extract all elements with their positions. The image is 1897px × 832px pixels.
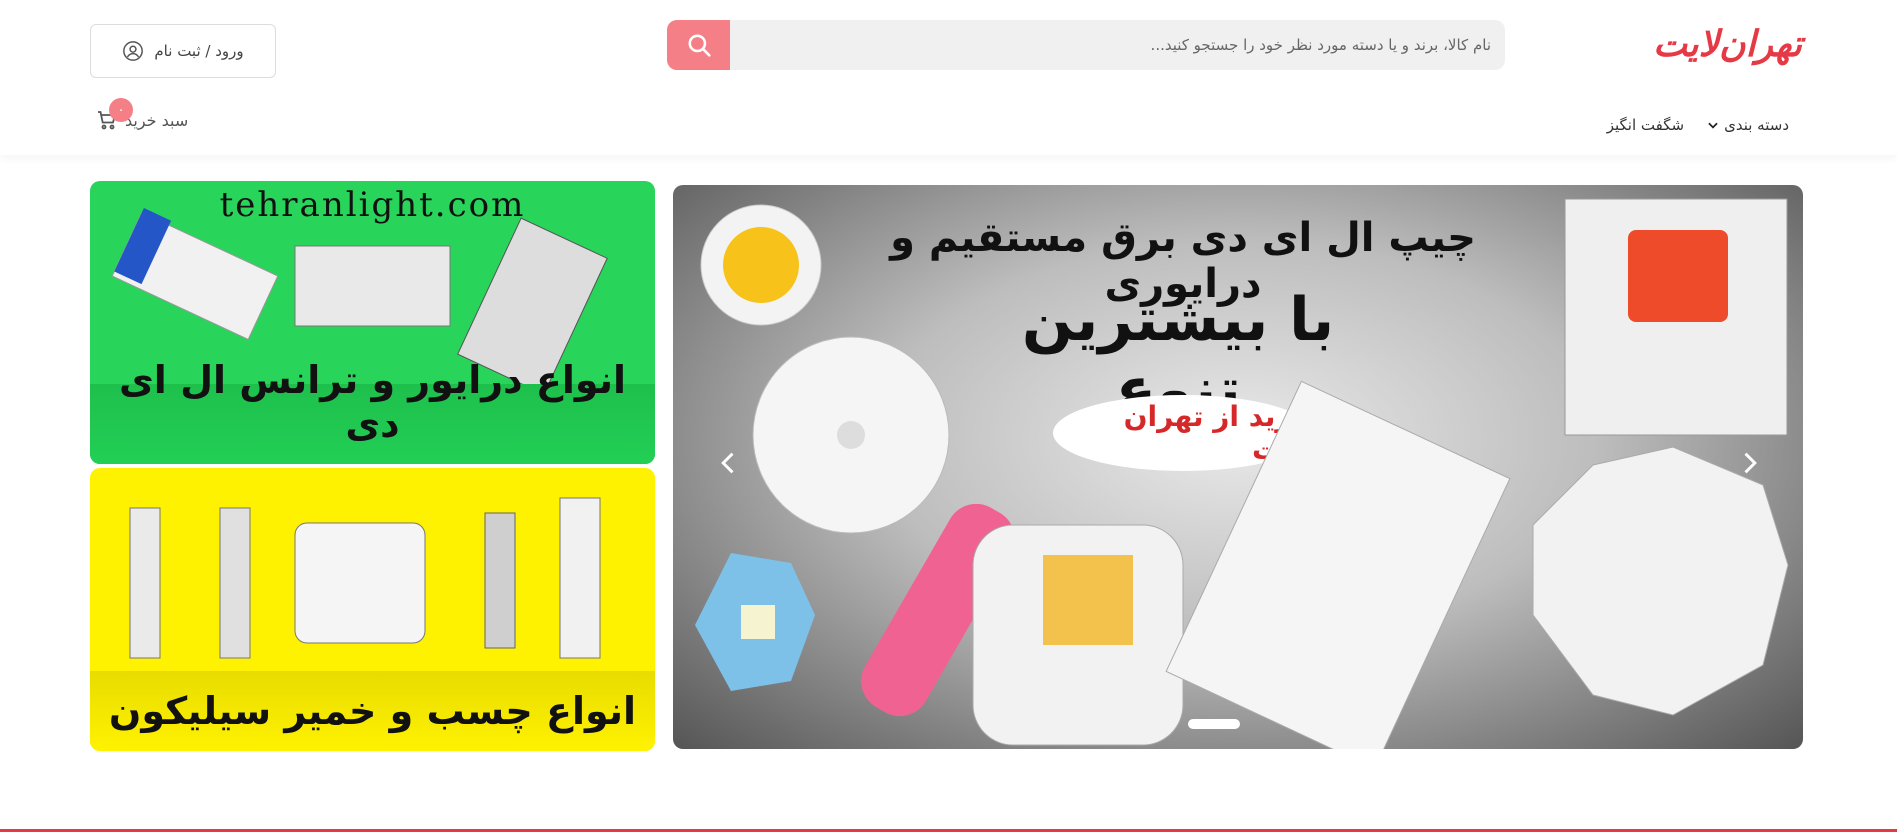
chevron-down-icon <box>1708 122 1718 129</box>
login-label: ورود / ثبت نام <box>154 42 244 60</box>
slider-dot-active[interactable] <box>1188 719 1240 729</box>
main-nav: دسته بندی شگفت انگیز <box>1607 116 1789 134</box>
site-header: تهران‌لایت ورود / ثبت نام دسته بندی شگفت… <box>0 0 1897 155</box>
nav-item-amazing-offers[interactable]: شگفت انگیز <box>1607 116 1684 134</box>
logo-text: تهران‌لایت <box>1653 24 1803 65</box>
search-bar <box>667 20 1505 70</box>
search-button[interactable] <box>667 20 730 70</box>
cart-label: سبد خرید <box>125 110 189 130</box>
search-icon <box>687 34 711 57</box>
cart-button[interactable]: سبد خرید ۰ <box>95 98 189 132</box>
chevron-left-icon <box>721 452 734 474</box>
banner-title: انواع چسب و خمیر سیلیکون <box>108 689 637 733</box>
nav-item-label: دسته بندی <box>1724 116 1789 134</box>
slider-next-button[interactable] <box>1729 443 1769 483</box>
banner-led-drivers[interactable]: tehranlight.com انواع درایور و ترانس ال … <box>90 181 655 464</box>
nav-item-categories[interactable]: دسته بندی <box>1706 116 1789 134</box>
slider-prev-button[interactable] <box>709 443 749 483</box>
user-icon <box>123 41 144 61</box>
hero-slider[interactable]: چیپ ال ای دی برق مستقیم و درایوری با بیش… <box>673 185 1803 749</box>
site-logo[interactable]: تهران‌لایت <box>1640 24 1803 68</box>
banner-adhesives[interactable]: انواع چسب و خمیر سیلیکون <box>90 468 655 751</box>
chevron-right-icon <box>1744 452 1757 474</box>
nav-item-label: شگفت انگیز <box>1606 116 1685 134</box>
cart-count-badge: ۰ <box>109 98 133 122</box>
slide-product-images <box>695 198 1789 749</box>
login-button[interactable]: ورود / ثبت نام <box>90 24 276 78</box>
banner-title: انواع درایور و ترانس ال ای دی <box>118 358 626 446</box>
search-input[interactable] <box>730 20 1505 70</box>
